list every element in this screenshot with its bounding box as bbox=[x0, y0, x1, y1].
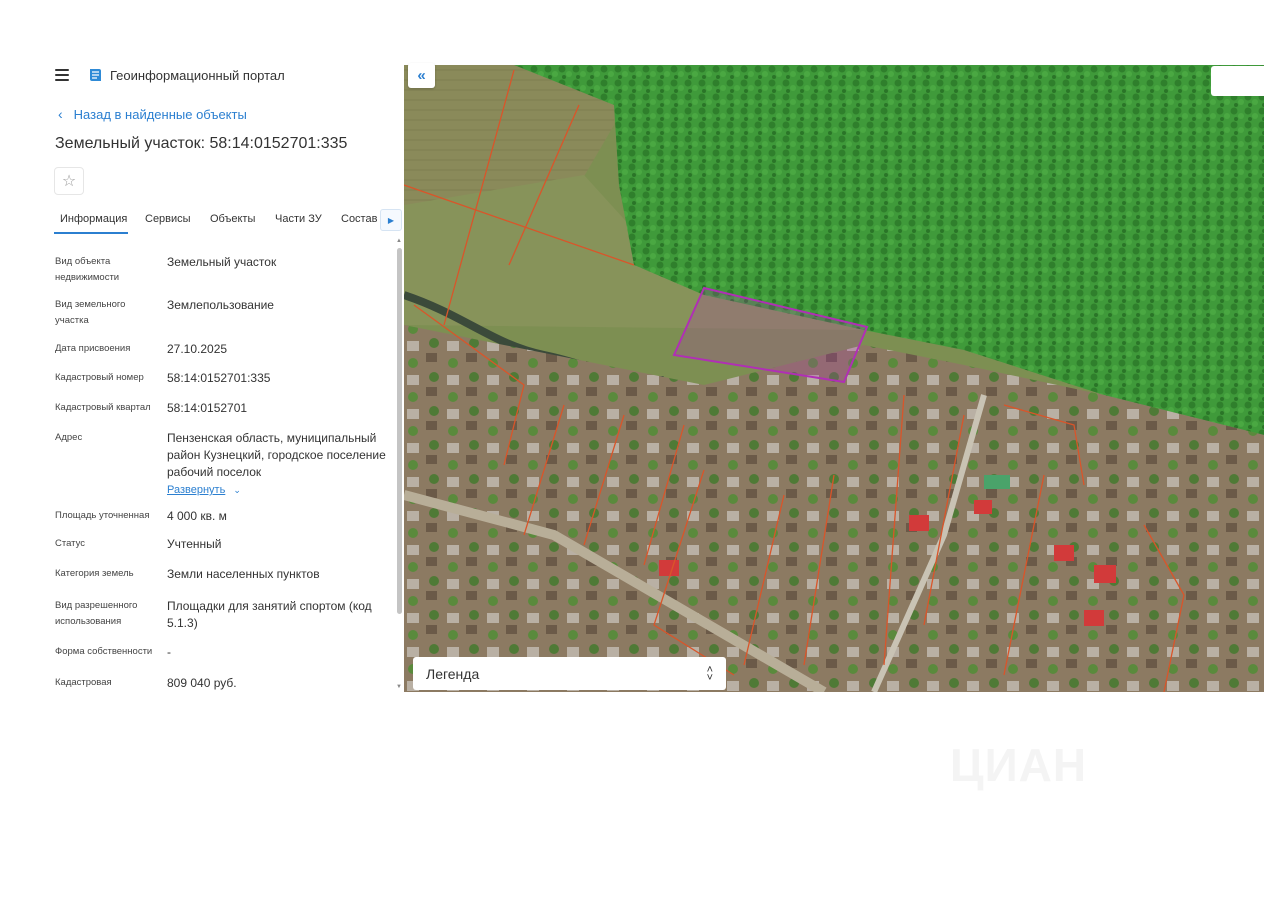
app-header: Геоинформационный портал bbox=[55, 66, 285, 84]
chevron-down-icon[interactable]: ⌄ bbox=[233, 482, 241, 499]
field-label: Кадастровый номер bbox=[55, 372, 144, 383]
field-value-wrap: Пензенская область, муниципальный район … bbox=[167, 430, 389, 499]
panel-scrollbar[interactable]: ▲ ▼ bbox=[395, 238, 403, 694]
collapse-panel-button[interactable]: « bbox=[408, 63, 435, 88]
field-label: Кадастровая bbox=[55, 677, 112, 688]
field-label: Форма собственности bbox=[55, 646, 153, 657]
caret-right-icon: ▶ bbox=[387, 215, 395, 225]
scrollbar-thumb[interactable] bbox=[397, 248, 402, 614]
tab-objects[interactable]: Объекты bbox=[210, 213, 255, 225]
attribute-list: Вид объекта недвижимости Земельный участ… bbox=[0, 240, 398, 692]
tab-information[interactable]: Информация bbox=[60, 213, 127, 225]
field-value: Земельный участок bbox=[167, 255, 277, 269]
field-value: 27.10.2025 bbox=[167, 342, 228, 356]
favorite-button[interactable]: ☆ bbox=[54, 167, 84, 195]
star-icon: ☆ bbox=[61, 173, 77, 190]
field-label: Дата присвоения bbox=[55, 343, 131, 354]
page-title: Земельный участок: 58:14:0152701:335 bbox=[55, 135, 348, 152]
field-label: Адрес bbox=[55, 432, 83, 443]
field-label: Вид разрешенного использования bbox=[55, 600, 138, 627]
legend-label: Легенда bbox=[426, 665, 480, 682]
field-value: Площадки для занятий спортом (код 5.1.3) bbox=[167, 599, 372, 630]
field-label: Вид объекта недвижимости bbox=[55, 256, 120, 283]
field-label: Кадастровый квартал bbox=[55, 402, 151, 413]
field-value: 58:14:0152701 bbox=[167, 401, 248, 415]
field-label: Статус bbox=[55, 538, 86, 549]
scroll-up-icon[interactable]: ▲ bbox=[396, 238, 402, 244]
field-label: Категория земель bbox=[55, 568, 134, 579]
expand-link[interactable]: Развернуть bbox=[167, 482, 225, 499]
portal-logo-icon bbox=[90, 69, 101, 81]
field-value: Землепользование bbox=[167, 298, 274, 312]
legend-dropdown[interactable]: Легенда ˄ ˅ bbox=[413, 657, 726, 690]
field-value: - bbox=[167, 645, 171, 659]
field-value: Земли населенных пунктов bbox=[167, 567, 320, 581]
map-tool-button[interactable] bbox=[1211, 66, 1264, 96]
map-imagery bbox=[404, 65, 1264, 692]
active-tab-indicator bbox=[54, 232, 128, 234]
field-value: 4 000 кв. м bbox=[167, 509, 227, 523]
tab-bar: Информация Сервисы Объекты Части ЗУ Сост… bbox=[54, 209, 404, 235]
tab-parts[interactable]: Части ЗУ bbox=[275, 213, 322, 225]
chevron-left-icon: ‹ bbox=[58, 106, 63, 122]
back-to-results-link[interactable]: ‹ Назад в найденные объекты bbox=[58, 106, 247, 122]
expand-address: Развернуть ⌄ bbox=[167, 482, 389, 499]
double-chevron-left-icon: « bbox=[417, 67, 426, 84]
back-label: Назад в найденные объекты bbox=[73, 106, 247, 122]
satellite-map[interactable] bbox=[404, 65, 1264, 692]
watermark-logo: ЦИАН bbox=[950, 738, 1087, 792]
address-value: Пензенская область, муниципальный район … bbox=[167, 431, 386, 479]
tab-services[interactable]: Сервисы bbox=[145, 213, 191, 225]
portal-title: Геоинформационный портал bbox=[110, 67, 285, 83]
menu-icon[interactable] bbox=[55, 69, 69, 81]
field-value: Учтенный bbox=[167, 537, 222, 551]
field-value: 809 040 руб. bbox=[167, 676, 237, 690]
chevron-up-down-icon: ˄ ˅ bbox=[706, 663, 713, 684]
field-label: Площадь уточненная bbox=[55, 510, 150, 521]
field-label: Вид земельного участка bbox=[55, 299, 126, 326]
tab-composition[interactable]: Состав bbox=[341, 213, 377, 225]
watermark-text: ЦИАН bbox=[950, 739, 1088, 791]
tabs-scroll-right-button[interactable]: ▶ bbox=[380, 209, 402, 231]
scroll-down-icon[interactable]: ▼ bbox=[396, 684, 402, 690]
field-value: 58:14:0152701:335 bbox=[167, 371, 271, 385]
